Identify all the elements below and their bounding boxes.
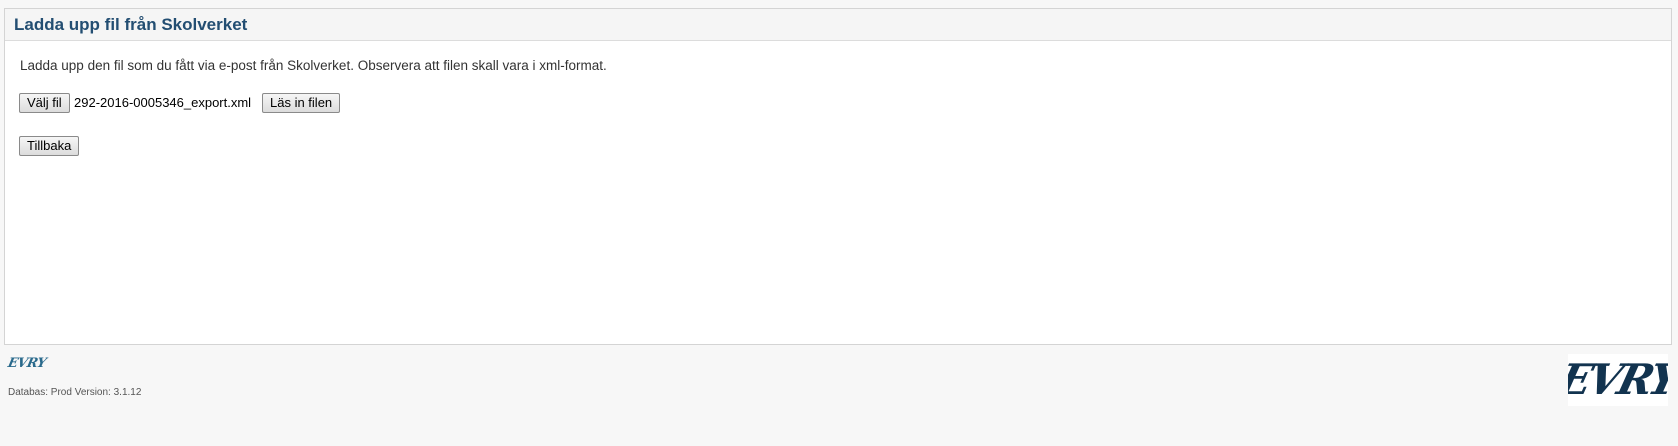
evry-logo-small: EVRY xyxy=(6,356,48,371)
evry-logo-large-text: EVRY xyxy=(1568,355,1668,404)
panel-header: Ladda upp fil från Skolverket xyxy=(5,9,1671,41)
back-button[interactable]: Tillbaka xyxy=(19,136,80,156)
selected-file-name: 292-2016-0005346_export.xml xyxy=(74,95,252,110)
page-title: Ladda upp fil från Skolverket xyxy=(14,14,248,34)
upload-description: Ladda upp den fil som du fått via e-post… xyxy=(20,58,607,73)
upload-panel: Ladda upp fil från Skolverket Ladda upp … xyxy=(4,8,1672,345)
evry-logo-large: EVRY xyxy=(1568,354,1668,406)
version-info: Databas: Prod Version: 3.1.12 xyxy=(8,387,142,398)
choose-file-button[interactable]: Välj fil xyxy=(19,93,70,113)
load-file-button[interactable]: Läs in filen xyxy=(262,93,341,113)
